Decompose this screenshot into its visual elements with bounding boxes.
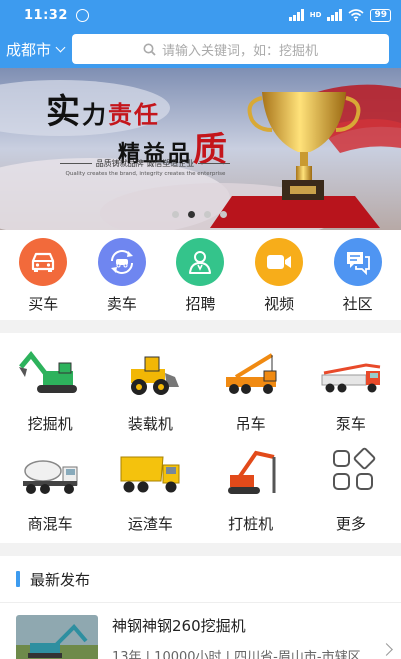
quick-nav-label: 卖车 — [106, 295, 137, 313]
listing-title: 神钢神钢260挖掘机 — [112, 617, 246, 635]
dump-truck-icon — [120, 456, 180, 493]
promo-banner[interactable]: 实力责任 精益品质 品质铸就品牌 诚信塑造企业 Quality creates … — [0, 68, 401, 230]
quick-nav-jobs[interactable]: 招聘 — [165, 238, 235, 320]
category-label: 运渣车 — [127, 515, 173, 533]
listing-thumbnail — [16, 615, 98, 659]
category-label: 更多 — [335, 515, 366, 533]
carousel-dot-active[interactable] — [188, 211, 195, 218]
pump-truck-icon — [321, 363, 381, 393]
section-title: 最新发布 — [30, 570, 91, 589]
loader-icon — [131, 356, 180, 395]
carousel-dot[interactable] — [220, 211, 227, 218]
list-item[interactable]: 神钢神钢260挖掘机 13年 | 10000小时 | 四川省-眉山市-市辖区 — [0, 603, 401, 659]
listing-meta: 13年 | 10000小时 | 四川省-眉山市-市辖区 — [112, 650, 361, 659]
category-excavator[interactable]: 挖掘机 — [0, 347, 100, 447]
quick-nav-sell[interactable]: 卖车 — [87, 238, 157, 320]
search-box[interactable]: 请输入关键词，如：挖掘机 — [72, 34, 389, 64]
network-type: HD — [309, 10, 322, 19]
signal-icon-2 — [327, 9, 343, 21]
banner-subtitle-en: Quality creates the brand, integrity cre… — [65, 171, 226, 177]
category-dump-truck[interactable]: 运渣车 — [100, 447, 200, 547]
category-label: 挖掘机 — [27, 415, 73, 433]
alarm-icon — [75, 8, 89, 22]
carousel-indicator — [172, 211, 227, 218]
crane-icon — [225, 353, 277, 394]
category-grid: 挖掘机 装载机 吊车 泵车 商混车 运渣车 打桩机 更多 — [0, 333, 401, 543]
signal-icon — [288, 9, 304, 21]
category-loader[interactable]: 装载机 — [100, 347, 200, 447]
car-icon — [19, 238, 68, 286]
search-input[interactable]: 请输入关键词，如：挖掘机 — [162, 40, 318, 59]
pile-driver-icon — [227, 450, 276, 494]
status-time: 11:32 — [24, 7, 68, 23]
city-label: 成都市 — [6, 40, 52, 59]
category-mixer-truck[interactable]: 商混车 — [0, 447, 100, 547]
status-bar: 11:32 HD 99 — [0, 0, 401, 30]
category-label: 装载机 — [127, 415, 173, 433]
category-pile-driver[interactable]: 打桩机 — [201, 447, 301, 547]
top-bar: 成都市 请输入关键词，如：挖掘机 — [0, 30, 401, 68]
mixer-truck-icon — [23, 460, 78, 494]
quick-nav-label: 招聘 — [185, 295, 216, 313]
carousel-dot[interactable] — [204, 211, 211, 218]
section-marker — [16, 571, 20, 587]
category-more[interactable]: 更多 — [301, 447, 401, 547]
carousel-dot[interactable] — [172, 211, 179, 218]
category-crane[interactable]: 吊车 — [201, 347, 301, 447]
city-selector[interactable]: 成都市 — [6, 39, 68, 60]
excavator-icon — [19, 351, 78, 393]
banner-subtitle: 品质铸就品牌 诚信塑造企业 — [60, 158, 230, 169]
quick-nav-label: 社区 — [342, 295, 373, 313]
wifi-icon — [348, 9, 364, 21]
battery-indicator: 99 — [370, 8, 391, 22]
latest-listings: 最新发布 神钢神钢260挖掘机 13年 | 10000小时 | 四川省-眉山市-… — [0, 556, 401, 659]
section-header: 最新发布 — [0, 556, 401, 602]
app-screen: 11:32 HD 99 成都市 请输入关键词，如：挖掘机 实力责任 精益品质 品… — [0, 0, 401, 659]
category-label: 商混车 — [27, 515, 73, 533]
quick-nav-buy[interactable]: 买车 — [8, 238, 78, 320]
quick-nav-video[interactable]: 视频 — [244, 238, 314, 320]
quick-nav-community[interactable]: 社区 — [323, 238, 393, 320]
more-grid-icon — [332, 447, 376, 490]
video-camera-icon — [255, 238, 304, 286]
category-label: 打桩机 — [228, 515, 274, 533]
quick-nav-label: 买车 — [28, 295, 59, 313]
chat-icon — [333, 238, 382, 286]
category-label: 吊车 — [235, 415, 266, 433]
quick-nav: 买车 卖车 招聘 视频 社区 — [0, 230, 401, 320]
car-exchange-icon — [97, 238, 146, 286]
listing-info: 神钢神钢260挖掘机 13年 | 10000小时 | 四川省-眉山市-市辖区 — [112, 615, 393, 659]
quick-nav-label: 视频 — [264, 295, 295, 313]
chevron-down-icon — [55, 42, 66, 52]
search-icon — [143, 43, 156, 56]
category-label: 泵车 — [335, 415, 366, 433]
person-icon — [176, 238, 225, 286]
category-pump-truck[interactable]: 泵车 — [301, 347, 401, 447]
